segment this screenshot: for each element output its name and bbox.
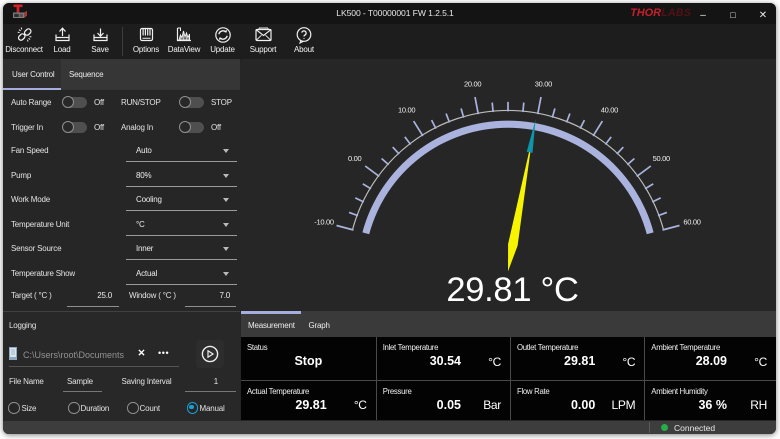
svg-text:30.00: 30.00 [535,80,552,89]
svg-text:10.00: 10.00 [398,106,415,115]
svg-text:20.00: 20.00 [464,80,481,89]
svg-text:0.00: 0.00 [348,154,362,163]
svg-text:50.00: 50.00 [653,154,670,163]
svg-text:60.00: 60.00 [683,218,700,227]
svg-text:-10.00: -10.00 [314,218,334,227]
svg-text:40.00: 40.00 [601,106,618,115]
